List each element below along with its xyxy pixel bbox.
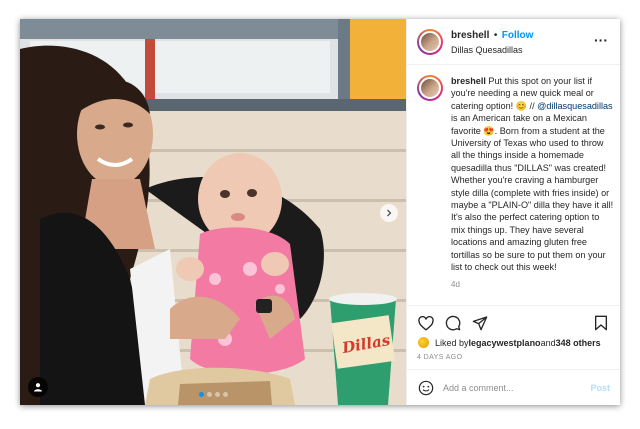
caption-avatar[interactable]: [417, 75, 443, 305]
more-options-icon[interactable]: ···: [594, 32, 608, 48]
save-button[interactable]: [592, 314, 610, 332]
likes-others-link[interactable]: 348 others: [556, 338, 601, 348]
caption-section: breshell Put this spot on your list if y…: [407, 65, 620, 305]
like-button[interactable]: [417, 314, 435, 332]
author-username[interactable]: breshell: [451, 30, 489, 41]
instagram-post: Dillas breshell • Follow Dillas Quesadil…: [20, 19, 620, 405]
heart-icon: [418, 315, 434, 331]
bookmark-icon: [595, 315, 607, 331]
liker-avatar[interactable]: [417, 336, 430, 349]
location-link[interactable]: Dillas Quesadillas: [451, 43, 533, 57]
likes-summary: Liked by legacywestplano and 348 others: [417, 336, 610, 349]
follow-button[interactable]: Follow: [502, 30, 534, 41]
post-date: 4 DAYS AGO: [417, 354, 463, 361]
caption-timestamp: 4d: [451, 279, 460, 289]
carousel-dot: [206, 392, 212, 397]
header-separator: •: [493, 29, 498, 41]
emoji-icon: [418, 380, 434, 395]
tag-user-icon: [34, 383, 42, 392]
share-button[interactable]: [471, 314, 489, 332]
avatar-image: [419, 77, 441, 99]
caption-mention[interactable]: @dillasquesadillas: [537, 101, 612, 111]
comment-input[interactable]: [443, 382, 591, 393]
carousel-dot: [222, 392, 228, 397]
avatar-image: [419, 30, 441, 53]
emoji-button[interactable]: [417, 379, 435, 397]
caption-part-2: is an American take on a Mexican favorit…: [451, 113, 614, 273]
post-photo[interactable]: Dillas: [20, 19, 406, 405]
chevron-right-icon: [387, 209, 392, 217]
likes-middle: and: [540, 337, 556, 348]
post-header: breshell • Follow Dillas Quesadillas ···: [407, 19, 620, 65]
carousel-dot: [214, 392, 220, 397]
actions-section: Liked by legacywestplano and 348 others …: [407, 305, 620, 369]
caption-text: breshell Put this spot on your list if y…: [451, 75, 615, 274]
comment-section: Post: [407, 369, 620, 405]
carousel-indicator: [20, 392, 406, 397]
post-side-panel: breshell • Follow Dillas Quesadillas ···…: [406, 19, 620, 405]
likes-prefix: Liked by: [435, 337, 469, 348]
comment-button[interactable]: [444, 314, 462, 332]
liker-username[interactable]: legacywestplano: [469, 338, 541, 348]
caption-username[interactable]: breshell: [451, 76, 486, 86]
post-comment-button[interactable]: Post: [590, 383, 610, 393]
carousel-dot: [198, 392, 204, 397]
carousel-next-button[interactable]: [380, 204, 398, 222]
action-bar: [417, 312, 610, 334]
share-icon: [472, 316, 488, 331]
author-info: breshell • Follow Dillas Quesadillas: [451, 27, 533, 57]
author-avatar[interactable]: [417, 28, 443, 55]
comment-icon: [445, 315, 461, 331]
